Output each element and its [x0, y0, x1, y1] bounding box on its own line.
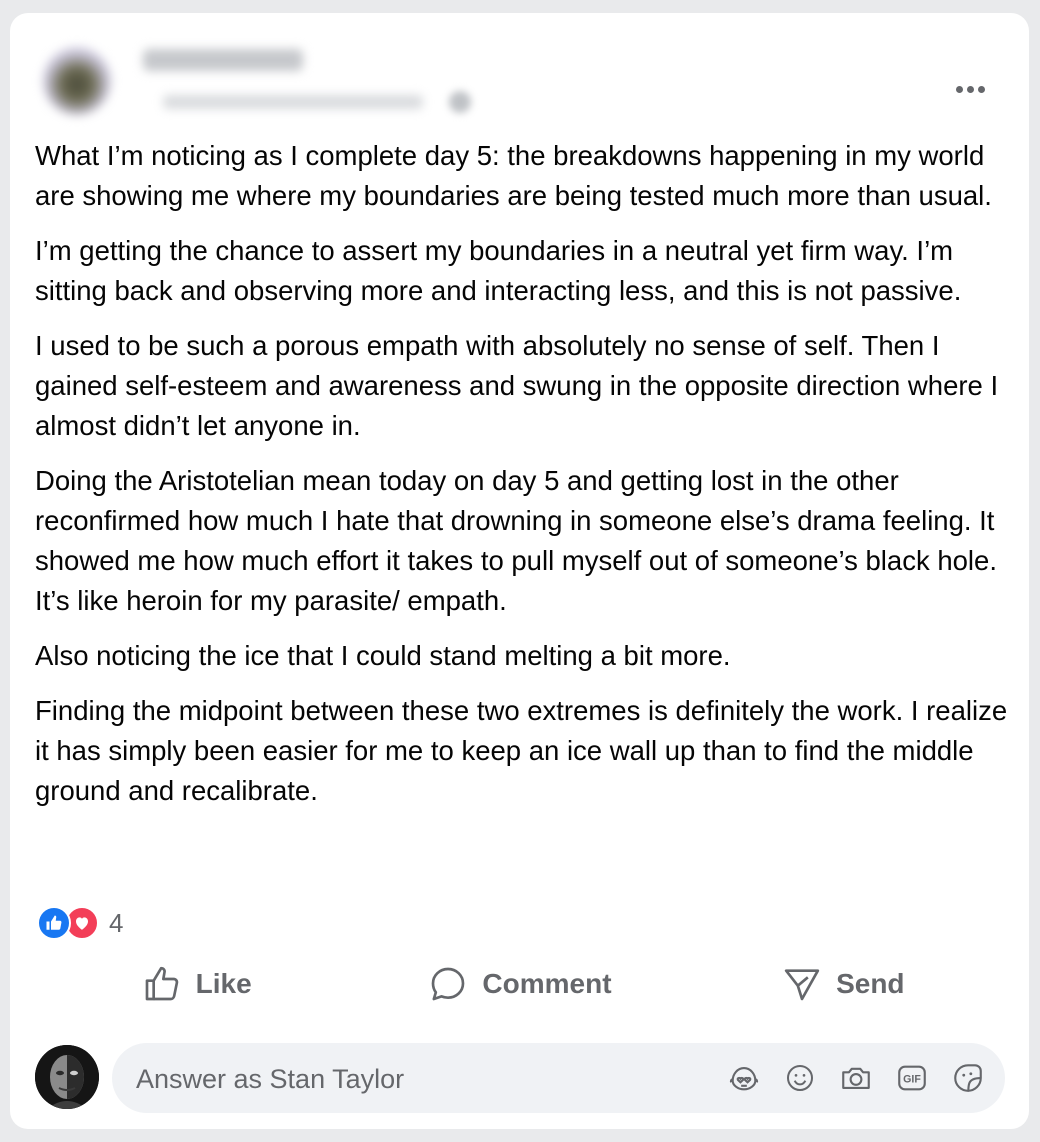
more-options-button[interactable]	[952, 79, 988, 99]
comment-box: GIF	[112, 1043, 1005, 1115]
post-paragraph: Finding the midpoint between these two e…	[35, 695, 1008, 806]
reactions-summary[interactable]: 4	[37, 903, 123, 943]
comment-input[interactable]	[134, 1043, 698, 1115]
post-card: What I’m noticing as I complete day 5: t…	[10, 13, 1029, 1129]
like-reaction-icon	[37, 906, 71, 940]
post-paragraph: I used to be such a porous empath with a…	[35, 330, 999, 441]
like-button[interactable]: Like	[35, 953, 358, 1015]
avatar-sticker-icon[interactable]	[726, 1061, 761, 1096]
composer-toolbar: GIF	[726, 1043, 985, 1113]
gif-icon[interactable]: GIF	[894, 1061, 929, 1096]
reaction-count[interactable]: 4	[109, 908, 123, 939]
dot-icon	[977, 85, 985, 93]
thumbs-up-icon	[145, 966, 178, 1001]
comment-button[interactable]: Comment	[358, 953, 681, 1015]
send-label: Send	[836, 968, 905, 999]
dot-icon	[966, 85, 974, 93]
post-text: What I’m noticing as I complete day 5: t…	[35, 136, 1010, 826]
post-actions: Like Comment Send	[35, 953, 1005, 1015]
speech-bubble-icon	[432, 967, 465, 1001]
send-icon	[784, 969, 820, 1001]
audience-icon	[449, 91, 471, 113]
svg-text:GIF: GIF	[903, 1074, 921, 1086]
comment-composer: GIF	[35, 1043, 1005, 1115]
author-name-redacted[interactable]	[143, 49, 303, 71]
post-paragraph: I’m getting the chance to assert my boun…	[35, 235, 962, 306]
post-timestamp-redacted[interactable]	[163, 95, 423, 109]
emoji-icon[interactable]	[782, 1061, 817, 1096]
dot-icon	[955, 85, 963, 93]
post-paragraph: What I’m noticing as I complete day 5: t…	[35, 140, 992, 211]
post-paragraph: Doing the Aristotelian mean today on day…	[35, 465, 997, 616]
current-user-avatar[interactable]	[35, 1045, 99, 1109]
comment-label: Comment	[482, 968, 612, 999]
author-avatar[interactable]	[43, 47, 111, 115]
post-paragraph: Also noticing the ice that I could stand…	[35, 640, 731, 671]
sticker-icon[interactable]	[950, 1061, 985, 1096]
like-label: Like	[195, 968, 252, 999]
post-header	[35, 33, 1004, 123]
camera-icon[interactable]	[838, 1061, 873, 1096]
send-button[interactable]: Send	[682, 953, 1005, 1015]
